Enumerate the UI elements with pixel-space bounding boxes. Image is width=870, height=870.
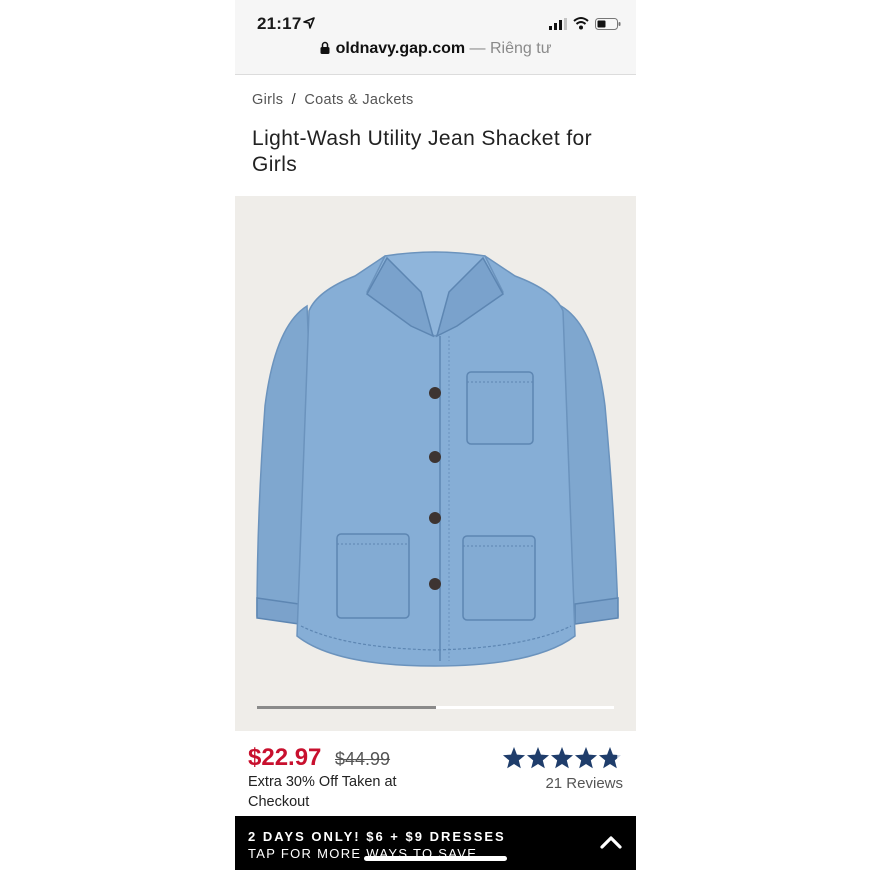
cellular-signal-icon	[549, 18, 567, 30]
phone-screen: 21:17 oldnavy.gap.com — Riêng tư Girls /…	[235, 0, 636, 870]
home-indicator[interactable]	[364, 856, 507, 861]
wifi-icon	[573, 17, 589, 30]
sale-price: $22.97	[248, 744, 322, 771]
promo-text: Extra 30% Off Taken at Checkout	[248, 774, 397, 810]
url-domain: oldnavy.gap.com	[335, 40, 466, 57]
location-arrow-icon	[303, 17, 315, 29]
promo-banner[interactable]: 2 DAYS ONLY! $6 + $9 DRESSES TAP FOR MOR…	[235, 816, 636, 870]
lock-icon	[320, 41, 330, 54]
rating-stars[interactable]	[502, 746, 622, 770]
breadcrumb: Girls / Coats & Jackets	[252, 92, 414, 108]
url-privacy-label: — Riêng tư	[465, 40, 552, 57]
image-carousel-progress-fill	[257, 706, 436, 709]
browser-status-bar: 21:17 oldnavy.gap.com — Riêng tư	[235, 0, 636, 75]
breadcrumb-separator: /	[291, 92, 296, 108]
status-time: 21:17	[257, 14, 302, 33]
product-image[interactable]	[235, 196, 636, 731]
battery-icon	[595, 18, 621, 30]
denim-jacket-illustration	[256, 251, 619, 667]
image-carousel-progress[interactable]	[257, 706, 614, 709]
banner-headline: 2 DAYS ONLY! $6 + $9 DRESSES	[248, 829, 506, 844]
breadcrumb-item-girls[interactable]: Girls	[252, 92, 283, 108]
product-title: Light-Wash Utility Jean Shacket for Girl…	[252, 127, 593, 176]
reviews-link[interactable]: 21 Reviews	[535, 775, 623, 792]
original-price: $44.99	[335, 749, 391, 769]
address-bar[interactable]: oldnavy.gap.com — Riêng tư	[235, 40, 636, 58]
chevron-up-icon[interactable]	[599, 834, 623, 850]
breadcrumb-item-coats-jackets[interactable]: Coats & Jackets	[304, 92, 413, 108]
